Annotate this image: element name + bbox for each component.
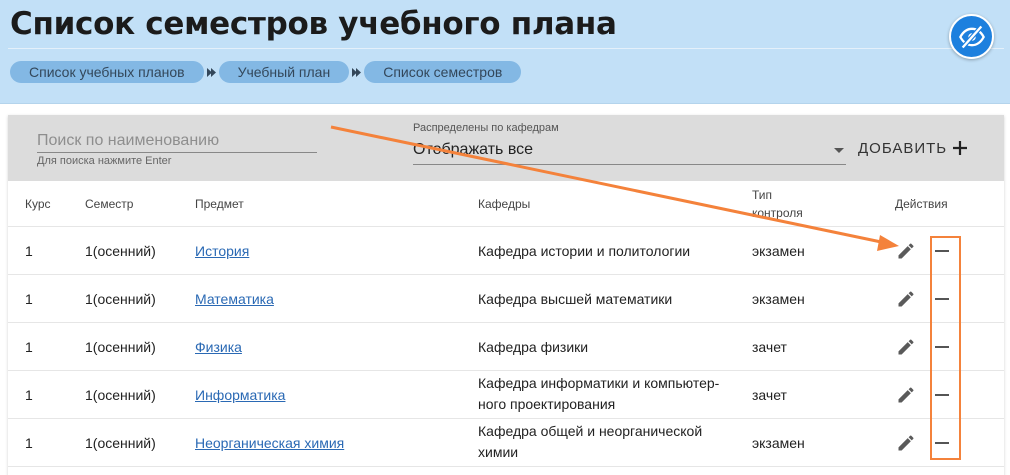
table-row: 1 1(осенний) История Кафедра истории и п…	[8, 227, 1004, 275]
cell-semester: 1(осенний)	[85, 291, 156, 307]
page-title: Список семестров учебного плана	[10, 6, 617, 42]
cell-course: 1	[25, 339, 33, 355]
header-semester: Семестр	[85, 197, 134, 211]
cell-subject: Математика	[195, 288, 274, 310]
cell-control-type: зачет	[752, 387, 787, 403]
page-header: Список семестров учебного плана Список у…	[0, 0, 1010, 104]
breadcrumb-item-plans-list[interactable]: Список учебных планов	[10, 61, 204, 83]
remove-button[interactable]	[930, 383, 954, 407]
cell-semester: 1(осенний)	[85, 243, 156, 259]
edit-button[interactable]	[894, 239, 918, 263]
subject-link[interactable]: Физика	[195, 339, 242, 355]
department-filter-value: Отображать все	[413, 141, 534, 158]
cell-semester: 1(осенний)	[85, 339, 156, 355]
caret-down-icon	[834, 148, 844, 153]
table-row: 1 1(осенний) Математика Кафедра высшей м…	[8, 275, 1004, 323]
subject-link[interactable]: Информатика	[195, 387, 285, 403]
pencil-icon	[898, 291, 914, 307]
cell-course: 1	[25, 243, 33, 259]
search-input[interactable]	[37, 129, 317, 153]
department-filter-select[interactable]: Отображать все	[413, 137, 846, 165]
pencil-icon	[898, 243, 914, 259]
subject-link[interactable]: Математика	[195, 291, 274, 307]
plus-icon	[953, 141, 968, 155]
subject-link[interactable]: Неорганическая химия	[195, 435, 344, 451]
header-control-type-line2: контроля	[752, 206, 803, 220]
department-line: химии	[478, 444, 519, 460]
remove-button[interactable]	[930, 287, 954, 311]
title-divider	[8, 48, 1004, 49]
cell-subject: История	[195, 240, 249, 262]
search-hint: Для поиска нажмите Enter	[37, 155, 172, 167]
cell-departments: Кафедра высшей математики	[478, 291, 673, 307]
cell-subject: Информатика	[195, 384, 285, 406]
cell-control-type: экзамен	[752, 435, 805, 451]
header-control-type-line1: Тип	[752, 188, 773, 202]
pencil-icon	[898, 339, 914, 355]
table-row: 1 1(осенний) Неорганическая химия Кафедр…	[8, 419, 1004, 467]
chevron-right-icon	[204, 67, 219, 78]
department-line: Кафедра общей и неорганической	[478, 423, 703, 439]
cell-course: 1	[25, 291, 33, 307]
cell-course: 1	[25, 435, 33, 451]
table-row: 1 1(осенний) Информатика Кафедра информа…	[8, 371, 1004, 419]
cell-course: 1	[25, 387, 33, 403]
cell-subject: Неорганическая химия	[195, 432, 344, 454]
breadcrumb: Список учебных планов Учебный план Списо…	[10, 61, 522, 83]
breadcrumb-item-plan[interactable]: Учебный план	[218, 61, 350, 83]
cell-control-type: зачет	[752, 339, 787, 355]
cell-control-type: экзамен	[752, 291, 805, 307]
cell-departments: Кафедра общей и неорганической химии	[478, 421, 702, 463]
table-header: Курс Семестр Предмет Кафедры Тип контрол…	[8, 181, 1004, 227]
edit-button[interactable]	[894, 287, 918, 311]
cell-departments: Кафедра физики	[478, 339, 589, 355]
subject-link[interactable]: История	[195, 243, 249, 259]
cell-semester: 1(осенний)	[85, 387, 156, 403]
department-filter-label: Распределены по кафедрам	[413, 122, 559, 134]
semesters-panel: Для поиска нажмите Enter Распределены по…	[8, 115, 1004, 475]
visibility-toggle-button[interactable]	[949, 14, 994, 59]
header-course: Курс	[25, 197, 51, 211]
minus-icon	[935, 346, 949, 348]
edit-button[interactable]	[894, 335, 918, 359]
header-control-type: Тип контроля	[752, 186, 803, 222]
remove-button[interactable]	[930, 431, 954, 455]
cell-control-type: экзамен	[752, 243, 805, 259]
cell-departments: Кафедра истории и политологии	[478, 243, 691, 259]
add-button[interactable]: ДОБАВИТЬ	[858, 136, 968, 160]
filter-toolbar: Для поиска нажмите Enter Распределены по…	[8, 115, 1004, 181]
cell-departments: Кафедра информатики и компьютер- ного пр…	[478, 373, 719, 415]
pencil-icon	[898, 435, 914, 451]
header-departments: Кафедры	[478, 197, 531, 211]
minus-icon	[935, 394, 949, 396]
minus-icon	[935, 250, 949, 252]
header-subject: Предмет	[195, 197, 244, 211]
edit-button[interactable]	[894, 383, 918, 407]
department-line: ного проектирования	[478, 396, 616, 412]
remove-button[interactable]	[930, 239, 954, 263]
chevron-right-icon	[349, 67, 364, 78]
pencil-icon	[898, 387, 914, 403]
minus-icon	[935, 298, 949, 300]
header-actions: Действия	[895, 197, 948, 211]
add-button-label: ДОБАВИТЬ	[858, 139, 948, 157]
remove-button[interactable]	[930, 335, 954, 359]
edit-button[interactable]	[894, 431, 918, 455]
table-row: 1 1(осенний) Физика Кафедра физики зачет	[8, 323, 1004, 371]
department-line: Кафедра информатики и компьютер-	[478, 375, 720, 391]
cell-subject: Физика	[195, 336, 242, 358]
cell-semester: 1(осенний)	[85, 435, 156, 451]
breadcrumb-item-semesters[interactable]: Список семестров	[364, 61, 522, 83]
eye-off-icon	[958, 24, 985, 49]
minus-icon	[935, 442, 949, 444]
